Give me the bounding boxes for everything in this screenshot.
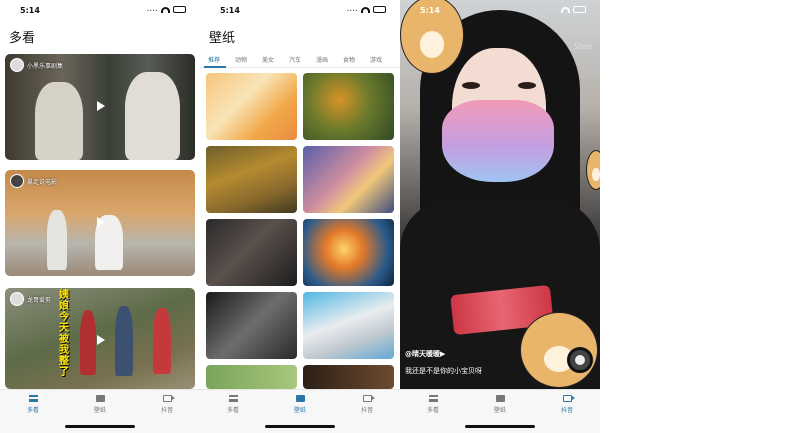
category-tab[interactable]: 游戏 (370, 55, 382, 64)
play-icon[interactable] (97, 217, 105, 227)
wallpaper-thumbnail[interactable] (303, 365, 394, 389)
uploader-name: 小黑乐事剧集 (27, 62, 64, 70)
image-icon (295, 395, 305, 402)
tab-duokan[interactable]: 多看 (213, 395, 253, 414)
status-bar: 5:14 .... (200, 0, 400, 20)
battery-icon (373, 6, 386, 13)
wallpaper-screen: 5:14 .... 壁纸 推荐 动物 美女 汽车 漫画 食物 游戏 多看 壁纸 (200, 0, 400, 433)
music-disc-avatar[interactable] (567, 347, 593, 373)
tab-label: 抖音 (360, 407, 373, 414)
tab-douyin[interactable]: 抖音 (147, 395, 187, 414)
wallpaper-thumbnail[interactable] (303, 73, 394, 140)
wifi-icon (361, 6, 370, 13)
wallpaper-thumbnail[interactable] (206, 292, 297, 359)
wifi-icon (561, 6, 570, 13)
video-username[interactable]: @晴天暖暖▶ (405, 349, 445, 359)
tab-duokan[interactable]: 多看 (413, 395, 453, 414)
home-indicator[interactable] (65, 425, 135, 428)
category-tab[interactable]: 汽车 (289, 55, 301, 64)
tab-douyin[interactable]: 抖音 (547, 395, 587, 414)
video-frame-subject (442, 100, 554, 182)
battery-icon (173, 6, 186, 13)
wifi-icon (161, 6, 170, 13)
tab-wallpaper[interactable]: 壁纸 (80, 395, 120, 414)
category-tabs: 推荐 动物 美女 汽车 漫画 食物 游戏 (200, 52, 400, 68)
wallpaper-thumbnail[interactable] (206, 219, 297, 286)
signal-icon: .... (146, 6, 158, 13)
list-icon (428, 395, 438, 402)
wallpaper-thumbnail[interactable] (303, 219, 394, 286)
category-tab[interactable]: 动物 (235, 55, 247, 64)
wallpaper-thumbnail[interactable] (303, 146, 394, 213)
video-thumbnail (47, 210, 67, 270)
status-time: 5:14 (20, 6, 40, 15)
tab-wallpaper[interactable]: 壁纸 (280, 395, 320, 414)
play-icon[interactable] (97, 101, 105, 111)
list-icon (228, 395, 238, 402)
signal-icon: .... (346, 6, 358, 13)
status-time: 5:14 (220, 6, 240, 15)
page-title: 多看 (9, 31, 36, 46)
watermark-logo: Sten (573, 42, 592, 51)
video-card[interactable]: 龙哥爱剪 姨娘今天被我整了 (5, 288, 195, 389)
video-camera-icon (162, 395, 175, 402)
battery-icon (573, 6, 586, 13)
status-bar: 5:14 .... (0, 0, 200, 20)
tab-label: 多看 (26, 407, 39, 414)
home-indicator[interactable] (465, 425, 535, 428)
uploader-name: 暴走说电影 (27, 178, 58, 186)
tab-wallpaper[interactable]: 壁纸 (480, 395, 520, 414)
tab-label: 壁纸 (293, 407, 306, 414)
video-thumbnail (80, 310, 96, 375)
status-bar: 5:14 .... (400, 0, 600, 20)
tab-douyin[interactable]: 抖音 (347, 395, 387, 414)
video-caption: 我还是不是你的小宝贝呀 (405, 367, 482, 375)
uploader-avatar (10, 58, 24, 72)
tab-label: 壁纸 (493, 407, 506, 414)
video-card[interactable]: 暴走说电影 (5, 170, 195, 276)
image-icon (495, 395, 505, 402)
video-banner-text: 姨娘今天被我整了 (59, 290, 69, 378)
video-camera-icon (362, 395, 375, 402)
tab-label: 多看 (426, 407, 439, 414)
wallpaper-thumbnail[interactable] (206, 146, 297, 213)
list-icon (28, 395, 38, 402)
wallpaper-thumbnail[interactable] (206, 73, 297, 140)
home-indicator[interactable] (265, 425, 335, 428)
uploader-name: 龙哥爱剪 (27, 296, 52, 304)
tab-label: 多看 (226, 407, 239, 414)
douyin-screen: 5:14 .... Sten @晴天暖暖▶ 我还是不是你的小宝贝呀 多看 壁纸 … (400, 0, 600, 433)
page-title: 壁纸 (209, 31, 236, 46)
category-tab[interactable]: 漫画 (316, 55, 328, 64)
category-tab[interactable]: 推荐 (208, 55, 220, 64)
doge-sticker (586, 150, 600, 190)
category-tab[interactable]: 食物 (343, 55, 355, 64)
uploader-avatar (10, 174, 24, 188)
tab-duokan[interactable]: 多看 (13, 395, 53, 414)
category-tab[interactable]: 美女 (262, 55, 274, 64)
video-thumbnail (35, 82, 83, 160)
tab-label: 壁纸 (93, 407, 106, 414)
tab-label: 抖音 (160, 407, 173, 414)
wallpaper-thumbnail[interactable] (206, 365, 297, 389)
duokan-screen: 5:14 .... 多看 小黑乐事剧集 暴走说电影 龙哥爱剪 姨娘今天被我整了 … (0, 0, 200, 433)
uploader-avatar (10, 292, 24, 306)
signal-icon: .... (546, 6, 558, 13)
wallpaper-thumbnail[interactable] (303, 292, 394, 359)
tab-label: 抖音 (560, 407, 573, 414)
video-card[interactable]: 小黑乐事剧集 (5, 54, 195, 160)
play-icon[interactable] (97, 335, 105, 345)
video-camera-icon (562, 395, 575, 402)
image-icon (95, 395, 105, 402)
status-time: 5:14 (420, 6, 440, 15)
category-indicator (204, 66, 226, 68)
